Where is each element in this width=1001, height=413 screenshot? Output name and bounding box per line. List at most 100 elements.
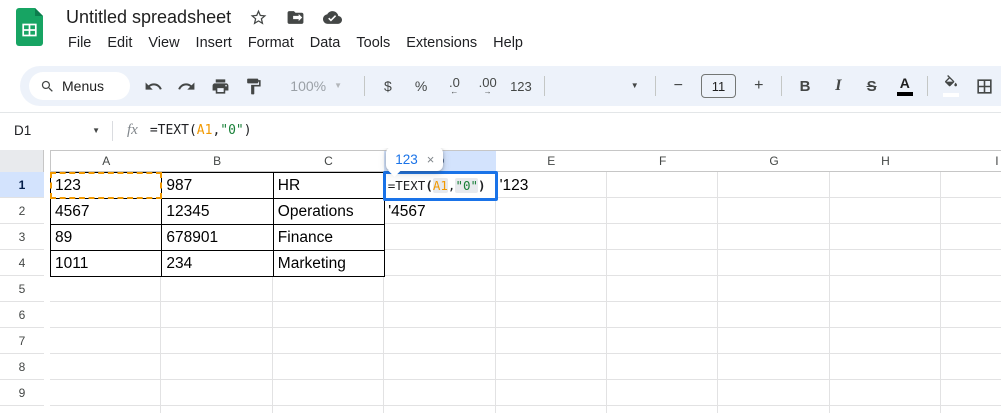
row-header-2[interactable]: 2: [0, 198, 44, 224]
column-header-f[interactable]: F: [607, 150, 719, 172]
formula-input[interactable]: =TEXT(A1,"0"): [150, 123, 252, 138]
cell-value[interactable]: 678901: [161, 224, 273, 251]
row-header-9[interactable]: 9: [0, 380, 44, 406]
cell[interactable]: [384, 302, 495, 328]
cell[interactable]: [273, 354, 384, 380]
cell[interactable]: [718, 224, 829, 250]
close-icon[interactable]: ×: [427, 152, 435, 167]
text-color-button[interactable]: A: [888, 72, 921, 100]
paint-format-button[interactable]: [237, 72, 270, 100]
cell[interactable]: [496, 276, 607, 302]
cell[interactable]: [941, 380, 1001, 406]
zoom-select[interactable]: 100% ▼: [274, 72, 358, 100]
menu-item-extensions[interactable]: Extensions: [398, 33, 485, 53]
more-formats-button[interactable]: 123: [504, 72, 537, 100]
cell[interactable]: [384, 328, 495, 354]
cell[interactable]: [830, 276, 941, 302]
cell[interactable]: [50, 380, 161, 406]
row-header-10[interactable]: 10: [0, 406, 44, 413]
decrease-decimal-button[interactable]: .0 ←: [438, 72, 471, 100]
cell-editor[interactable]: =TEXT(A1,"0"): [383, 171, 498, 201]
document-title[interactable]: Untitled spreadsheet: [66, 7, 231, 28]
cell[interactable]: [607, 354, 718, 380]
cell[interactable]: [718, 354, 829, 380]
cell[interactable]: [941, 302, 1001, 328]
format-percent-button[interactable]: %: [404, 72, 437, 100]
cell[interactable]: [161, 276, 272, 302]
cell[interactable]: [718, 250, 829, 276]
cell-value[interactable]: '123: [496, 172, 608, 199]
row-header-7[interactable]: 7: [0, 328, 44, 354]
cell[interactable]: [273, 406, 384, 413]
cell[interactable]: [384, 250, 495, 276]
menu-item-view[interactable]: View: [140, 33, 187, 53]
cell[interactable]: [830, 250, 941, 276]
cell[interactable]: [161, 328, 272, 354]
cell[interactable]: [830, 224, 941, 250]
cell-value[interactable]: '4567: [384, 198, 496, 225]
cell[interactable]: [50, 328, 161, 354]
cell-value[interactable]: 234: [161, 250, 273, 277]
cell[interactable]: [607, 406, 718, 413]
font-size-input[interactable]: 11: [701, 74, 736, 98]
cell-value[interactable]: 123: [50, 172, 162, 199]
cell-value[interactable]: 1011: [50, 250, 162, 277]
cell[interactable]: [161, 380, 272, 406]
cell-value[interactable]: HR: [273, 172, 385, 199]
cell[interactable]: [830, 354, 941, 380]
cell[interactable]: [941, 250, 1001, 276]
column-header-i[interactable]: I: [941, 150, 1001, 172]
cell[interactable]: [718, 198, 829, 224]
cell[interactable]: [607, 198, 718, 224]
cell[interactable]: [384, 224, 495, 250]
cell[interactable]: [384, 354, 495, 380]
format-currency-button[interactable]: $: [371, 72, 404, 100]
google-sheets-logo[interactable]: [16, 8, 43, 46]
cell[interactable]: [273, 328, 384, 354]
cell[interactable]: [50, 406, 161, 413]
name-box[interactable]: D1 ▼: [0, 113, 112, 148]
cell[interactable]: [50, 302, 161, 328]
column-header-c[interactable]: C: [273, 150, 385, 172]
cell[interactable]: [718, 380, 829, 406]
cell[interactable]: [496, 224, 607, 250]
cell[interactable]: [273, 302, 384, 328]
cell[interactable]: [496, 302, 607, 328]
cell[interactable]: [830, 380, 941, 406]
cell[interactable]: [161, 406, 272, 413]
row-header-1[interactable]: 1: [0, 172, 44, 198]
column-header-b[interactable]: B: [161, 150, 273, 172]
cell[interactable]: [273, 276, 384, 302]
redo-button[interactable]: [170, 72, 203, 100]
menus-search-button[interactable]: Menus: [29, 72, 130, 100]
cell[interactable]: [496, 328, 607, 354]
menu-item-tools[interactable]: Tools: [348, 33, 398, 53]
borders-button[interactable]: [968, 72, 1001, 100]
cell[interactable]: [718, 172, 829, 198]
undo-button[interactable]: [137, 72, 170, 100]
cell[interactable]: [941, 172, 1001, 198]
cell[interactable]: [607, 224, 718, 250]
menu-item-insert[interactable]: Insert: [188, 33, 240, 53]
cell[interactable]: [607, 250, 718, 276]
cloud-saved-icon[interactable]: [322, 8, 342, 28]
column-header-e[interactable]: E: [496, 150, 608, 172]
cell[interactable]: [718, 302, 829, 328]
cell[interactable]: [830, 198, 941, 224]
increase-font-size-button[interactable]: +: [742, 72, 775, 100]
cell-value[interactable]: 4567: [50, 198, 162, 225]
cell[interactable]: [941, 224, 1001, 250]
column-header-a[interactable]: A: [50, 150, 162, 172]
cell[interactable]: [830, 328, 941, 354]
cell[interactable]: [607, 380, 718, 406]
increase-decimal-button[interactable]: .00 →: [471, 72, 504, 100]
cell[interactable]: [50, 354, 161, 380]
cell[interactable]: [496, 380, 607, 406]
cell-value[interactable]: 89: [50, 224, 162, 251]
row-header-5[interactable]: 5: [0, 276, 44, 302]
cell[interactable]: [496, 198, 607, 224]
cell[interactable]: [496, 354, 607, 380]
cell[interactable]: [384, 276, 495, 302]
cell-value[interactable]: 987: [161, 172, 273, 199]
cell[interactable]: [941, 276, 1001, 302]
